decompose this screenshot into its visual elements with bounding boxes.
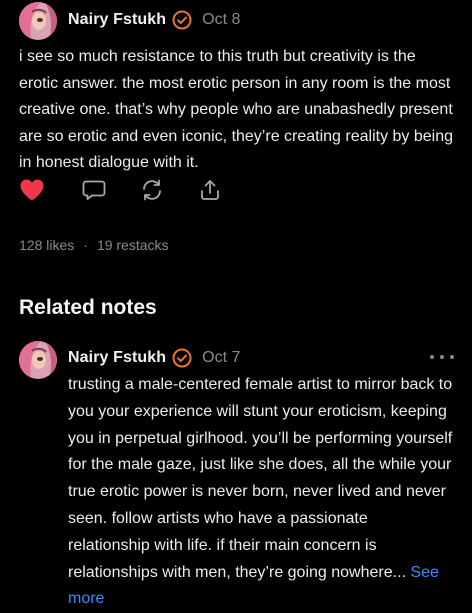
related-author-name[interactable]: Nairy Fstukh (68, 349, 166, 367)
related-note-body: trusting a male-centered female artist t… (68, 372, 453, 613)
share-button[interactable] (196, 176, 224, 204)
more-options-icon (430, 355, 434, 359)
more-options-button[interactable] (430, 350, 454, 364)
post-actions (18, 176, 224, 204)
post-header: Nairy Fstukh Oct 8 (68, 8, 240, 32)
related-note-text: trusting a male-centered female artist t… (68, 376, 453, 581)
comment-button[interactable] (80, 176, 108, 204)
author-name[interactable]: Nairy Fstukh (68, 11, 166, 29)
comment-icon (82, 180, 106, 200)
share-icon (201, 180, 219, 200)
restack-button[interactable] (138, 176, 166, 204)
like-button[interactable] (18, 176, 46, 204)
likes-count[interactable]: 128 likes (19, 237, 74, 253)
related-notes-heading: Related notes (19, 296, 157, 319)
restacks-count[interactable]: 19 restacks (97, 237, 169, 253)
post-date: Oct 8 (202, 11, 241, 28)
verified-badge-icon (172, 348, 192, 368)
related-author-avatar[interactable] (19, 341, 57, 379)
restack-icon (143, 179, 161, 201)
verified-badge-icon (172, 10, 192, 30)
post-stats: 128 likes · 19 restacks (19, 237, 169, 253)
stats-separator: · (83, 237, 88, 253)
author-avatar[interactable] (19, 2, 57, 40)
post-body: i see so much resistance to this truth b… (19, 48, 454, 171)
related-note-date: Oct 7 (202, 349, 241, 366)
related-note-header: Nairy Fstukh Oct 7 (68, 346, 240, 370)
heart-icon (20, 179, 44, 201)
